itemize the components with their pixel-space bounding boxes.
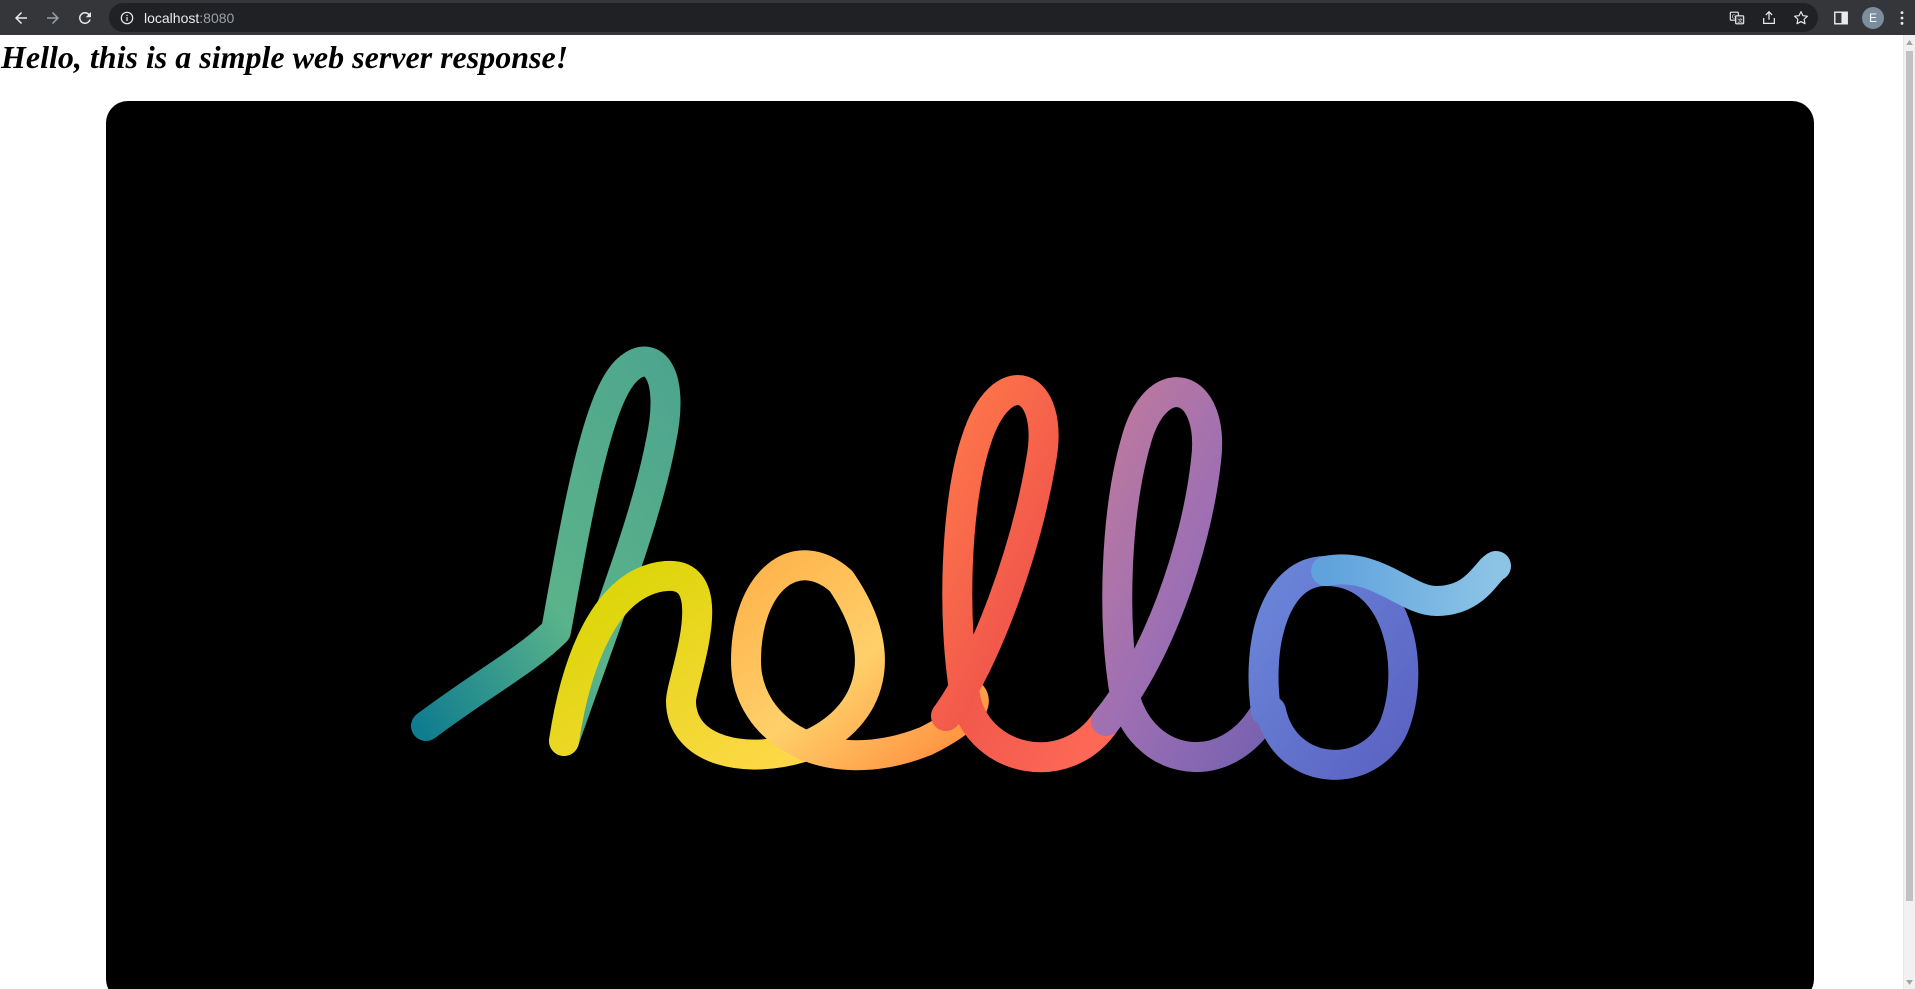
scroll-down-arrow-icon[interactable]	[1904, 975, 1915, 989]
forward-button[interactable]	[37, 2, 69, 34]
side-panel-icon	[1834, 11, 1848, 24]
browser-right-tools: E	[1825, 0, 1915, 35]
menu-button[interactable]	[1889, 2, 1915, 34]
url-port: :8080	[199, 9, 235, 26]
page-heading: Hello, this is a simple web server respo…	[1, 39, 569, 75]
star-icon[interactable]	[1792, 9, 1810, 27]
arrow-left-icon	[15, 11, 27, 24]
translate-icon[interactable]: G 文	[1728, 9, 1746, 27]
reload-button[interactable]	[69, 2, 101, 34]
address-bar[interactable]: localhost:8080 G 文	[109, 3, 1818, 32]
scroll-up-arrow-icon[interactable]	[1904, 35, 1915, 49]
page-viewport: Hello, this is a simple web server respo…	[0, 35, 1903, 989]
info-icon[interactable]	[119, 10, 135, 26]
vertical-scrollbar[interactable]	[1903, 35, 1915, 989]
share-icon[interactable]	[1760, 9, 1778, 27]
url-host: localhost	[144, 9, 200, 26]
browser-toolbar: localhost:8080 G 文 E	[0, 0, 1915, 35]
scrollbar-thumb[interactable]	[1906, 51, 1913, 901]
address-bar-actions: G 文	[1728, 3, 1810, 32]
kebab-menu-icon	[1900, 10, 1904, 25]
back-button[interactable]	[5, 2, 37, 34]
profile-button[interactable]: E	[1857, 2, 1889, 34]
side-panel-button[interactable]	[1825, 2, 1857, 34]
svg-text:文: 文	[1738, 16, 1744, 24]
reload-icon	[78, 11, 91, 24]
avatar: E	[1862, 6, 1884, 29]
url-text[interactable]: localhost:8080	[144, 10, 234, 26]
hello-lettering-graphic	[411, 346, 1511, 780]
svg-text:G: G	[1732, 14, 1736, 20]
arrow-right-icon	[47, 11, 59, 24]
hello-image	[106, 101, 1814, 989]
